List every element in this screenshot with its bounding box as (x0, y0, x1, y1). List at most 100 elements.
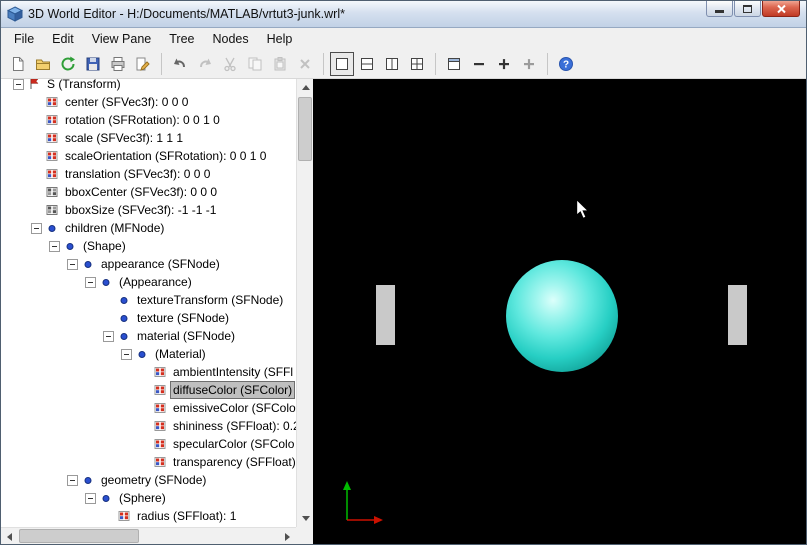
tree-item-label[interactable]: scaleOrientation (SFRotation): 0 0 1 0 (62, 147, 269, 165)
zoom-out-icon (471, 56, 487, 72)
collapse-toggle-icon[interactable] (103, 330, 114, 342)
menu-item-help[interactable]: Help (258, 29, 302, 49)
collapse-toggle-icon[interactable] (121, 348, 132, 360)
save-button[interactable] (81, 52, 105, 76)
tree-item[interactable]: S (Transform) (1, 79, 296, 93)
tree-item-label[interactable]: S (Transform) (44, 79, 124, 93)
scroll-right-button[interactable] (279, 528, 296, 544)
collapse-toggle-icon[interactable] (85, 492, 96, 504)
scroll-up-button[interactable] (297, 79, 313, 96)
tree-item-label[interactable]: shininess (SFFloat): 0.2 (170, 417, 296, 435)
maximize-button[interactable] (734, 1, 761, 17)
tree-item[interactable]: (Material) (1, 345, 296, 363)
tree-item[interactable]: children (MFNode) (1, 219, 296, 237)
tree-item[interactable]: texture (SFNode) (1, 309, 296, 327)
tree-item-label[interactable]: bboxCenter (SFVec3f): 0 0 0 (62, 183, 220, 201)
undo-button[interactable] (168, 52, 192, 76)
tree-horizontal-scrollbar[interactable] (1, 527, 296, 544)
tree-item[interactable]: ambientIntensity (SFFl (1, 363, 296, 381)
tree-item[interactable]: (Sphere) (1, 489, 296, 507)
tree-item-label[interactable]: radius (SFFloat): 1 (134, 507, 239, 525)
minimize-icon (715, 10, 724, 13)
tree-item-label[interactable]: center (SFVec3f): 0 0 0 (62, 93, 191, 111)
toolbar-separator (435, 53, 436, 75)
tree-item[interactable]: specularColor (SFColo (1, 435, 296, 453)
tree-item[interactable]: bboxSize (SFVec3f): -1 -1 -1 (1, 201, 296, 219)
tree-item[interactable]: geometry (SFNode) (1, 471, 296, 489)
tree-item[interactable]: (Appearance) (1, 273, 296, 291)
tree-item-label[interactable]: translation (SFVec3f): 0 0 0 (62, 165, 213, 183)
field-icon (154, 384, 166, 396)
tree-item[interactable]: transparency (SFFloat) (1, 453, 296, 471)
tree-item[interactable]: shininess (SFFloat): 0.2 (1, 417, 296, 435)
tree-item-label[interactable]: ambientIntensity (SFFl (170, 363, 296, 381)
horizontal-scroll-thumb[interactable] (19, 529, 139, 543)
tree-item[interactable]: radius (SFFloat): 1 (1, 507, 296, 525)
tree-item-label[interactable]: (Sphere) (116, 489, 169, 507)
tree-item-label[interactable]: children (MFNode) (62, 219, 167, 237)
open-button[interactable] (31, 52, 55, 76)
tree-item-label[interactable]: transparency (SFFloat) (170, 453, 296, 471)
tree-item[interactable]: (Shape) (1, 237, 296, 255)
tree-item[interactable]: diffuseColor (SFColor) (1, 381, 296, 399)
field-plain-icon (46, 186, 58, 198)
field-icon (46, 150, 58, 162)
tree-item[interactable]: rotation (SFRotation): 0 0 1 0 (1, 111, 296, 129)
menu-item-view-pane[interactable]: View Pane (83, 29, 161, 49)
new-button[interactable] (6, 52, 30, 76)
close-button[interactable] (762, 1, 800, 17)
scroll-down-button[interactable] (297, 510, 313, 527)
view-fit-button[interactable] (442, 52, 466, 76)
tree-item-label[interactable]: textureTransform (SFNode) (134, 291, 286, 309)
tree-item-label[interactable]: specularColor (SFColo (170, 435, 296, 453)
collapse-toggle-icon[interactable] (49, 240, 60, 252)
tree-item[interactable]: translation (SFVec3f): 0 0 0 (1, 165, 296, 183)
pane-grid-button[interactable] (405, 52, 429, 76)
pane-split-vertical-button[interactable] (380, 52, 404, 76)
tree-item[interactable]: scaleOrientation (SFRotation): 0 0 1 0 (1, 147, 296, 165)
menu-item-file[interactable]: File (5, 29, 43, 49)
3d-viewport[interactable] (313, 79, 806, 544)
pane-split-horizontal-button[interactable] (355, 52, 379, 76)
vertical-scroll-thumb[interactable] (298, 97, 312, 161)
edit-button[interactable] (131, 52, 155, 76)
tree-item-label[interactable]: appearance (SFNode) (98, 255, 223, 273)
collapse-toggle-icon[interactable] (67, 258, 78, 270)
pane-single-button[interactable] (330, 52, 354, 76)
tree-item-label[interactable]: rotation (SFRotation): 0 0 1 0 (62, 111, 223, 129)
menu-item-edit[interactable]: Edit (43, 29, 83, 49)
tree-item[interactable]: scale (SFVec3f): 1 1 1 (1, 129, 296, 147)
tree-item[interactable]: material (SFNode) (1, 327, 296, 345)
tree-item-label[interactable]: material (SFNode) (134, 327, 238, 345)
tree-item-label[interactable]: emissiveColor (SFColo (170, 399, 296, 417)
scroll-left-button[interactable] (1, 528, 18, 544)
tree-item[interactable]: center (SFVec3f): 0 0 0 (1, 93, 296, 111)
tree-item-label[interactable]: geometry (SFNode) (98, 471, 209, 489)
minimize-button[interactable] (706, 1, 733, 17)
tree-item-label[interactable]: (Appearance) (116, 273, 195, 291)
tree-item[interactable]: textureTransform (SFNode) (1, 291, 296, 309)
help-button[interactable]: ? (554, 52, 578, 76)
tree-item[interactable]: bboxCenter (SFVec3f): 0 0 0 (1, 183, 296, 201)
collapse-toggle-icon[interactable] (85, 276, 96, 288)
titlebar[interactable]: 3D World Editor - H:/Documents/MATLAB/vr… (1, 1, 806, 28)
print-button[interactable] (106, 52, 130, 76)
zoom-in-button[interactable] (492, 52, 516, 76)
menu-item-nodes[interactable]: Nodes (204, 29, 258, 49)
tree-item[interactable]: emissiveColor (SFColo (1, 399, 296, 417)
collapse-toggle-icon[interactable] (67, 474, 78, 486)
tree-item-label[interactable]: (Material) (152, 345, 209, 363)
tree-item-label[interactable]: texture (SFNode) (134, 309, 232, 327)
refresh-button[interactable] (56, 52, 80, 76)
tree-item-label[interactable]: diffuseColor (SFColor) (170, 381, 296, 399)
tree-item-label[interactable]: scale (SFVec3f): 1 1 1 (62, 129, 186, 147)
collapse-toggle-icon[interactable] (13, 79, 24, 90)
paste-button (268, 52, 292, 76)
menu-item-tree[interactable]: Tree (160, 29, 203, 49)
tree-vertical-scrollbar[interactable] (296, 79, 313, 527)
tree-item-label[interactable]: (Shape) (80, 237, 129, 255)
tree-item-label[interactable]: bboxSize (SFVec3f): -1 -1 -1 (62, 201, 219, 219)
zoom-out-button[interactable] (467, 52, 491, 76)
collapse-toggle-icon[interactable] (31, 222, 42, 234)
tree-item[interactable]: appearance (SFNode) (1, 255, 296, 273)
